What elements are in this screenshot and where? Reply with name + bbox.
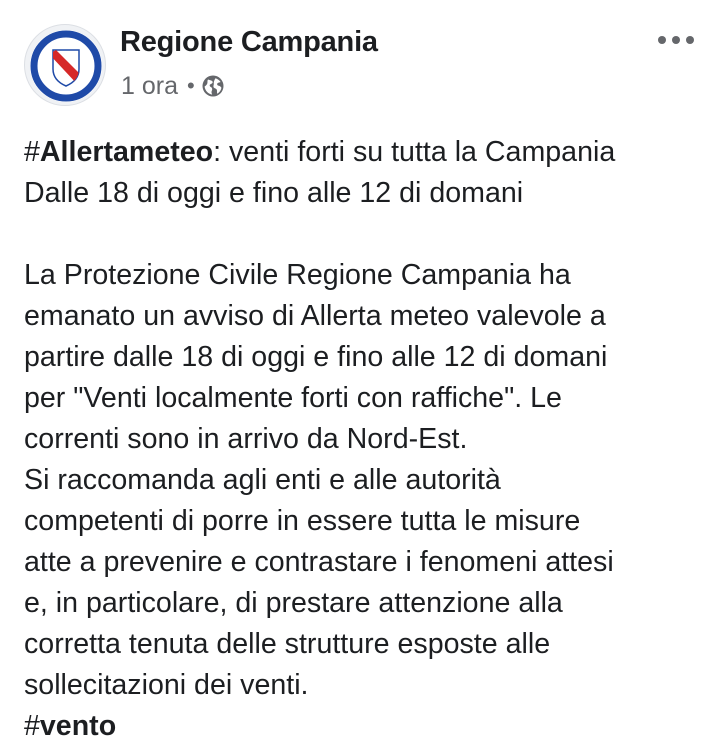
- avatar[interactable]: [24, 24, 106, 106]
- post-paragraph-line: emanato un avviso di Allerta meteo valev…: [24, 300, 606, 332]
- post-paragraph-line: Si raccomanda agli enti e alle autorità: [24, 464, 501, 496]
- post-line-hashtag: #vento: [24, 706, 700, 747]
- post-line-1-text: : venti forti su tutta la Campania: [213, 136, 616, 168]
- post-paragraph-line: atte a prevenire e contrastare i fenomen…: [24, 546, 614, 578]
- regione-campania-logo-icon: [30, 30, 102, 102]
- more-options-button[interactable]: [652, 28, 700, 52]
- post-text: #Allertameteo: venti forti su tutta la C…: [24, 132, 700, 747]
- post-header: Regione Campania 1 ora •: [0, 0, 720, 120]
- post-paragraph-line: corretta tenuta delle strutture esposte …: [24, 628, 551, 660]
- hashtag-allertameteo[interactable]: #Allertameteo: [24, 136, 213, 168]
- post-paragraph-line: e, in particolare, di prestare attenzion…: [24, 587, 563, 619]
- globe-icon[interactable]: [201, 74, 225, 98]
- meta-separator: •: [186, 73, 195, 98]
- post-paragraph-line: competenti di porre in essere tutta le m…: [24, 505, 581, 537]
- post-line-2: Dalle 18 di oggi e fino alle 12 di doman…: [24, 177, 524, 209]
- page-name[interactable]: Regione Campania: [120, 26, 378, 59]
- post-paragraph-line: per "Venti localmente forti con raffiche…: [24, 382, 562, 414]
- more-horizontal-icon: [658, 36, 694, 44]
- post-paragraph-line: correnti sono in arrivo da Nord-Est.: [24, 423, 468, 455]
- post-paragraph-line: sollecitazioni dei venti.: [24, 669, 309, 701]
- hashtag-symbol: #: [24, 710, 40, 742]
- post-paragraph-line: partire dalle 18 di oggi e fino alle 12 …: [24, 341, 608, 373]
- post-line-1: #Allertameteo: venti forti su tutta la C…: [24, 132, 700, 173]
- hashtag-word: Allertameteo: [39, 136, 214, 168]
- hashtag-vento[interactable]: #vento: [24, 710, 116, 742]
- post-timestamp[interactable]: 1 ora: [121, 72, 178, 101]
- post-paragraph-line: La Protezione Civile Regione Campania ha: [24, 259, 571, 291]
- hashtag-word: vento: [39, 710, 117, 742]
- post-meta: 1 ora •: [121, 70, 225, 102]
- post-blank-line: [24, 214, 700, 255]
- hashtag-symbol: #: [24, 136, 40, 168]
